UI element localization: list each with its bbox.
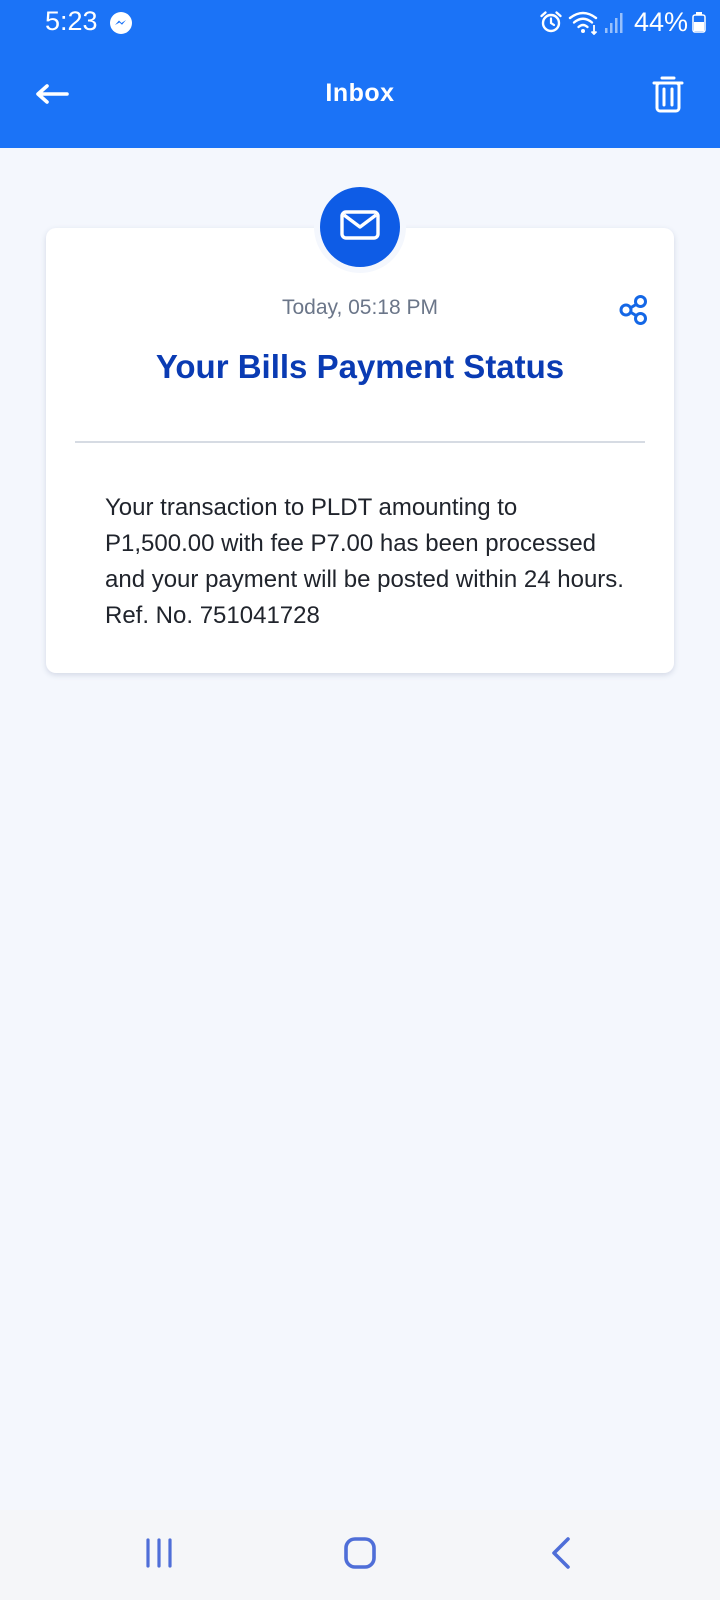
envelope-badge [320,187,400,267]
page-title: Inbox [325,79,395,107]
recents-icon [144,1537,174,1573]
system-nav-bar [0,1510,720,1600]
nav-back-button[interactable] [531,1530,591,1580]
app-header: 5:23 44% Inbox [0,0,720,148]
home-icon [344,1536,376,1574]
status-bar: 5:23 44% [0,0,720,46]
divider [75,441,645,443]
home-button[interactable] [330,1530,390,1580]
share-button[interactable] [614,292,654,332]
message-body: Your transaction to PLDT amounting to P1… [105,494,624,629]
message-title: Your Bills Payment Status [155,348,565,385]
trash-icon [652,74,684,119]
wifi-icon [568,9,600,35]
alarm-icon [538,9,564,35]
status-time: 5:23 [45,6,98,36]
battery-icon [692,10,706,34]
delete-button[interactable] [644,70,692,122]
message-card: Today, 05:18 PM Your Bills Payment Statu… [46,228,674,673]
messenger-icon [109,11,133,35]
battery-percentage: 44% [633,6,688,37]
chevron-left-icon [549,1536,573,1575]
status-icons: 44% [538,6,706,38]
share-icon [619,294,649,331]
message-timestamp: Today, 05:18 PM [281,296,439,319]
envelope-icon [340,209,380,245]
recents-button[interactable] [129,1530,189,1580]
signal-icon [604,10,624,34]
